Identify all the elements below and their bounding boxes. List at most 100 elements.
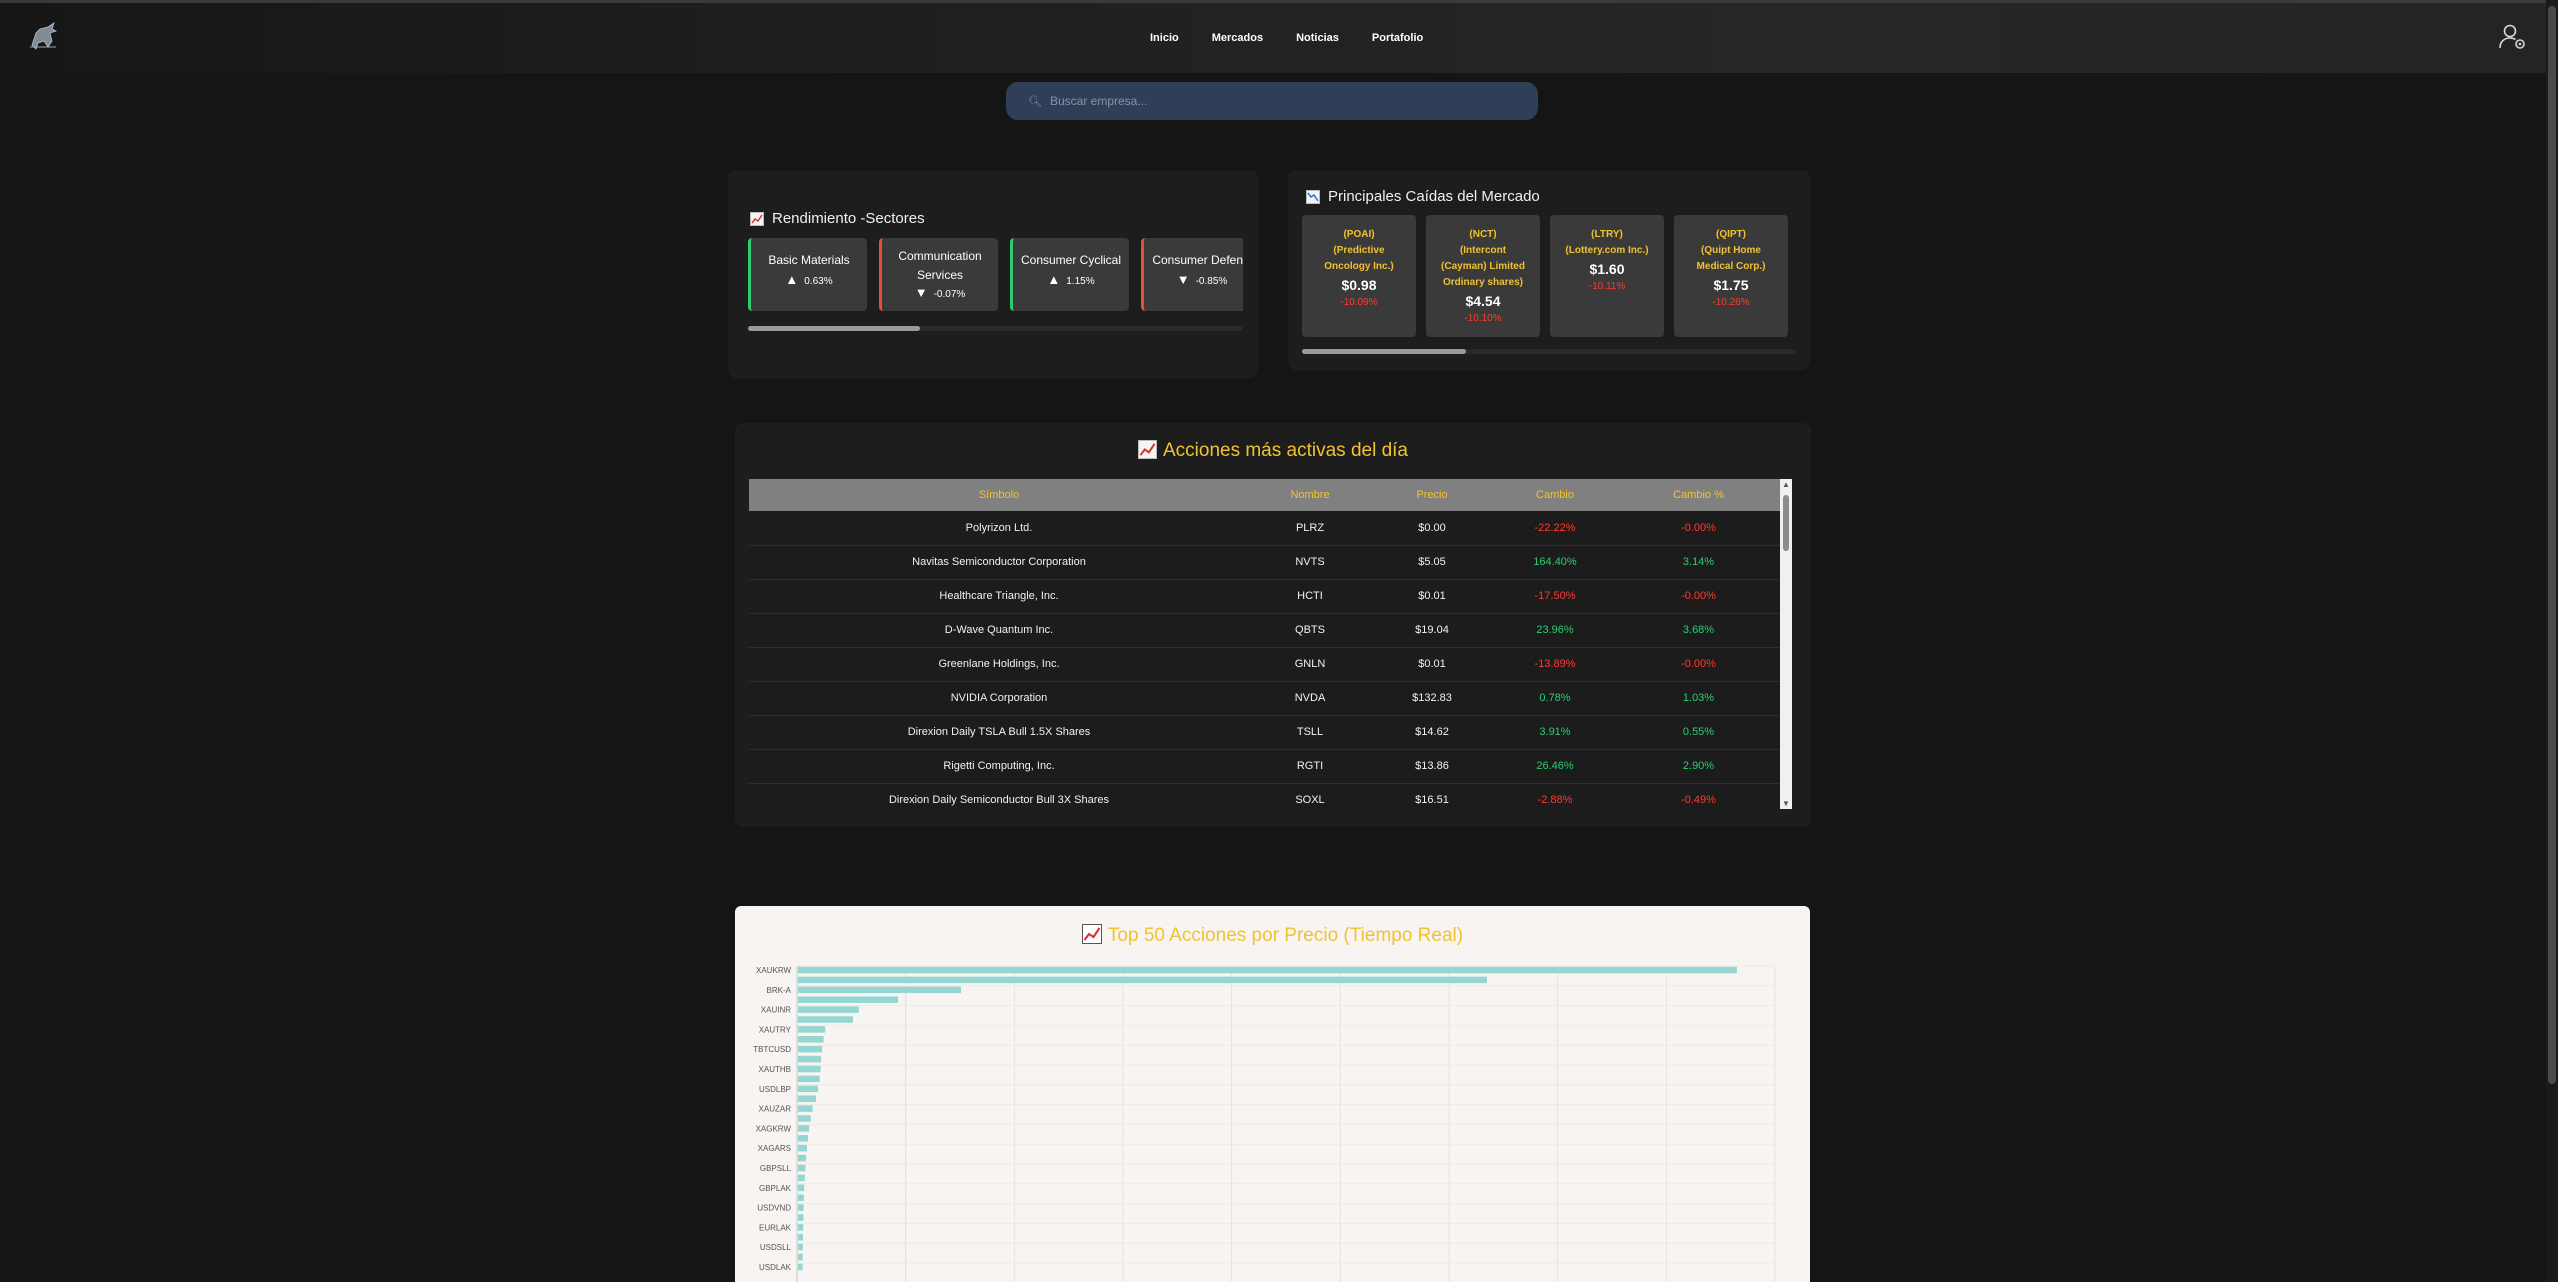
page-scrollbar[interactable] bbox=[2546, 0, 2558, 1282]
bar[interactable] bbox=[798, 1006, 859, 1013]
col-name[interactable]: Nombre bbox=[1249, 479, 1371, 511]
tick-label: XAUTHB bbox=[759, 1065, 791, 1074]
bar[interactable] bbox=[798, 1055, 822, 1063]
triangle-down-icon: ▼ bbox=[914, 285, 928, 300]
sector-card[interactable]: Consumer Defensi ▼ -0.85% bbox=[1141, 238, 1243, 311]
col-change-pct[interactable]: Cambio % bbox=[1617, 479, 1780, 511]
bar[interactable] bbox=[798, 1095, 817, 1102]
nav-inicio[interactable]: Inicio bbox=[1150, 32, 1179, 44]
tick-label: XAUINR bbox=[761, 1006, 791, 1015]
sectors-panel: Rendimiento -Sectores Basic Materials ▲ 0… bbox=[728, 170, 1258, 378]
triangle-down-icon: ▼ bbox=[1176, 272, 1190, 287]
col-change[interactable]: Cambio bbox=[1493, 479, 1617, 511]
bar[interactable] bbox=[798, 1154, 807, 1162]
sectors-title: Rendimiento -Sectores bbox=[750, 210, 925, 227]
triangle-up-icon: ▲ bbox=[1047, 272, 1061, 287]
main-nav: Inicio Mercados Noticias Portafolio bbox=[1150, 3, 1423, 73]
sector-cards-row: Basic Materials ▲ 0.63% Communication Ser… bbox=[748, 238, 1243, 313]
bar[interactable] bbox=[798, 1164, 806, 1172]
tick-label: GBPSLL bbox=[760, 1164, 792, 1173]
bar[interactable] bbox=[798, 996, 898, 1003]
bar[interactable] bbox=[798, 966, 1737, 974]
sectors-scrollbar[interactable] bbox=[748, 326, 1243, 331]
tick-label: USDSLL bbox=[760, 1243, 792, 1252]
tick-label: GBPLAK bbox=[759, 1184, 792, 1193]
bar[interactable] bbox=[798, 1214, 804, 1221]
bar[interactable] bbox=[798, 1065, 821, 1073]
col-symbol[interactable]: Símbolo bbox=[749, 479, 1249, 511]
table-row[interactable]: Greenlane Holdings, Inc. GNLN $0.01 -13.… bbox=[749, 647, 1780, 681]
tick-label: BRK-A bbox=[767, 986, 792, 995]
bar[interactable] bbox=[798, 1243, 803, 1251]
sector-card[interactable]: Communication Services ▼ -0.07% bbox=[879, 238, 998, 311]
active-stocks-panel: Acciones más activas del día Símbolo Nom… bbox=[735, 423, 1811, 827]
table-row[interactable]: Direxion Daily Semiconductor Bull 3X Sha… bbox=[749, 783, 1780, 809]
bar[interactable] bbox=[798, 1075, 820, 1083]
bar[interactable] bbox=[798, 1026, 826, 1033]
drop-cards-row: (POAI) (Predictive Oncology Inc.) $0.98 … bbox=[1302, 215, 1792, 337]
bar[interactable] bbox=[798, 1204, 804, 1211]
drop-card[interactable]: (LTRY) (Lottery.com Inc.) $1.60 -10.11% bbox=[1550, 215, 1664, 337]
sector-card[interactable]: Consumer Cyclical ▲ 1.15% bbox=[1010, 238, 1129, 311]
drop-card[interactable]: (POAI) (Predictive Oncology Inc.) $0.98 … bbox=[1302, 215, 1416, 337]
nav-mercados[interactable]: Mercados bbox=[1212, 32, 1263, 44]
bar[interactable] bbox=[798, 1253, 803, 1261]
bar[interactable] bbox=[798, 986, 961, 994]
top50-bar-chart: XAUKRW BRK-A XAUINR XAUTRY TBTCUSD XAUTHB USDL… bbox=[753, 965, 1776, 1282]
col-price[interactable]: Precio bbox=[1371, 479, 1493, 511]
bar[interactable] bbox=[798, 1224, 804, 1231]
bar[interactable] bbox=[798, 1184, 805, 1192]
drops-scrollbar[interactable] bbox=[1302, 349, 1796, 354]
table-row[interactable]: Rigetti Computing, Inc. RGTI $13.86 26.4… bbox=[749, 749, 1780, 783]
drop-card[interactable]: (QIPT) (Quipt Home Medical Corp.) $1.75 … bbox=[1674, 215, 1788, 337]
bar[interactable] bbox=[798, 1135, 808, 1142]
table-row[interactable]: D-Wave Quantum Inc. QBTS $19.04 23.96% 3… bbox=[749, 613, 1780, 647]
tick-label: TBTCUSD bbox=[753, 1045, 791, 1054]
bar[interactable] bbox=[798, 1125, 810, 1132]
sector-card[interactable]: Basic Materials ▲ 0.63% bbox=[748, 238, 867, 311]
bar[interactable] bbox=[798, 1263, 803, 1271]
table-scrollbar[interactable]: ▲ ▼ bbox=[1780, 479, 1792, 809]
tick-label: XAGKRW bbox=[756, 1124, 792, 1133]
table-row[interactable]: Healthcare Triangle, Inc. HCTI $0.01 -17… bbox=[749, 579, 1780, 613]
table-row[interactable]: Navitas Semiconductor Corporation NVTS $… bbox=[749, 545, 1780, 579]
chart-increasing-icon bbox=[750, 211, 764, 226]
bar[interactable] bbox=[798, 1144, 807, 1152]
navbar: Inicio Mercados Noticias Portafolio bbox=[0, 3, 2546, 73]
tick-label: XAUZAR bbox=[759, 1105, 792, 1114]
bar[interactable] bbox=[798, 1085, 818, 1093]
tick-label: XAGARS bbox=[758, 1144, 791, 1153]
scroll-down-arrow-icon[interactable]: ▼ bbox=[1782, 799, 1790, 808]
user-settings-icon[interactable] bbox=[2498, 21, 2528, 51]
bar[interactable] bbox=[798, 1174, 805, 1182]
drop-card[interactable]: (NCT) (Intercont (Cayman) Limited Ordina… bbox=[1426, 215, 1540, 337]
top50-chart-panel: Top 50 Acciones por Precio (Tiempo Real)… bbox=[735, 906, 1810, 1282]
triangle-up-icon: ▲ bbox=[785, 272, 799, 287]
bar[interactable] bbox=[798, 1105, 813, 1112]
tick-label: USDLBP bbox=[759, 1085, 791, 1094]
bar[interactable] bbox=[798, 1016, 853, 1023]
table-scrollbar-thumb[interactable] bbox=[1783, 495, 1789, 551]
market-drops-title: Principales Caídas del Mercado bbox=[1306, 188, 1540, 205]
bar[interactable] bbox=[798, 1115, 811, 1122]
bar[interactable] bbox=[798, 1194, 804, 1201]
scroll-up-arrow-icon[interactable]: ▲ bbox=[1782, 480, 1790, 489]
bull-logo-icon[interactable] bbox=[26, 19, 60, 53]
table-row[interactable]: Direxion Daily TSLA Bull 1.5X Shares TSL… bbox=[749, 715, 1780, 749]
tick-label: XAUTRY bbox=[759, 1025, 792, 1034]
bar[interactable] bbox=[798, 1036, 824, 1043]
search-icon: 🔍︎ bbox=[1028, 95, 1042, 108]
chart-increasing-icon bbox=[1137, 440, 1157, 459]
nav-portafolio[interactable]: Portafolio bbox=[1372, 32, 1423, 44]
active-stocks-table: Símbolo Nombre Precio Cambio Cambio % Po… bbox=[749, 479, 1780, 809]
bar[interactable] bbox=[798, 1234, 803, 1241]
page-scrollbar-thumb[interactable] bbox=[2548, 6, 2556, 1084]
search-input[interactable] bbox=[1049, 94, 1510, 108]
nav-noticias[interactable]: Noticias bbox=[1296, 32, 1339, 44]
active-stocks-title: Acciones más activas del día bbox=[735, 440, 1811, 462]
table-row[interactable]: NVIDIA Corporation NVDA $132.83 0.78% 1.… bbox=[749, 681, 1780, 715]
bar[interactable] bbox=[798, 976, 1487, 984]
search-bar[interactable]: 🔍︎ bbox=[1006, 82, 1538, 120]
table-row[interactable]: Polyrizon Ltd. PLRZ $0.00 -22.22% -0.00% bbox=[749, 511, 1780, 545]
bar[interactable] bbox=[798, 1045, 823, 1053]
